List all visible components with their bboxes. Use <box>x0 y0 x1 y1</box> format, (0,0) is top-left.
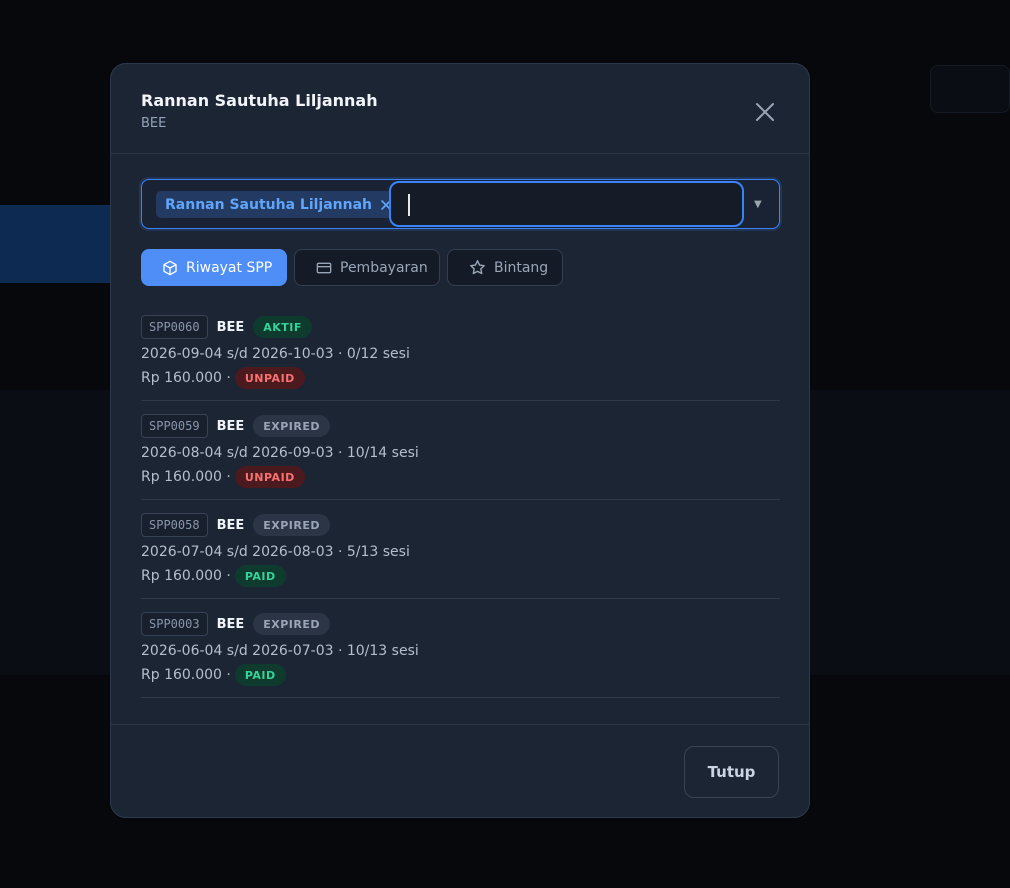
tab-bintang[interactable]: Bintang <box>447 249 563 286</box>
spp-amount: Rp 160.000 · <box>141 568 231 584</box>
tab-pembayaran[interactable]: Pembayaran <box>294 249 440 286</box>
box-icon <box>163 260 177 275</box>
program-name: BEE <box>216 517 245 533</box>
spp-code: SPP0003 <box>141 612 208 636</box>
student-select[interactable]: Rannan Sautuha Liljannah ▼ <box>141 179 780 229</box>
background-button <box>930 65 1010 113</box>
list-item: SPP0060 BEE AKTIF 2026-09-04 s/d 2026-10… <box>141 302 780 401</box>
program-name: BEE <box>216 418 245 434</box>
spp-code: SPP0060 <box>141 315 208 339</box>
payment-badge: PAID <box>234 664 286 686</box>
spp-period: 2026-06-04 s/d 2026-07-03 · 10/13 sesi <box>141 643 419 659</box>
status-badge: AKTIF <box>253 316 312 338</box>
spp-code: SPP0058 <box>141 513 208 537</box>
modal-title: Rannan Sautuha Liljannah <box>141 91 378 110</box>
spp-history-list: SPP0060 BEE AKTIF 2026-09-04 s/d 2026-10… <box>141 302 780 698</box>
modal-footer: Tutup <box>111 724 809 817</box>
program-name: BEE <box>216 319 245 335</box>
tab-label: Riwayat SPP <box>186 259 273 276</box>
spp-amount: Rp 160.000 · <box>141 370 231 386</box>
list-item: SPP0058 BEE EXPIRED 2026-07-04 s/d 2026-… <box>141 500 780 599</box>
program-name: BEE <box>216 616 245 632</box>
list-item: SPP0059 BEE EXPIRED 2026-08-04 s/d 2026-… <box>141 401 780 500</box>
chevron-down-icon[interactable]: ▼ <box>754 199 762 210</box>
modal-header: Rannan Sautuha Liljannah BEE <box>111 64 809 154</box>
selected-student-chip: Rannan Sautuha Liljannah <box>156 191 401 218</box>
spp-period: 2026-07-04 s/d 2026-08-03 · 5/13 sesi <box>141 544 410 560</box>
tab-riwayat-spp[interactable]: Riwayat SPP <box>141 249 287 286</box>
star-icon <box>470 260 485 275</box>
spp-period: 2026-08-04 s/d 2026-09-03 · 10/14 sesi <box>141 445 419 461</box>
tab-label: Bintang <box>494 259 549 276</box>
list-item: SPP0003 BEE EXPIRED 2026-06-04 s/d 2026-… <box>141 599 780 698</box>
spp-code: SPP0059 <box>141 414 208 438</box>
spp-amount: Rp 160.000 · <box>141 667 231 683</box>
modal-subtitle: BEE <box>141 116 167 131</box>
text-cursor <box>408 194 410 216</box>
payment-badge: UNPAID <box>234 466 305 488</box>
student-search-input[interactable] <box>389 181 744 227</box>
close-button[interactable]: Tutup <box>684 746 779 798</box>
chip-label: Rannan Sautuha Liljannah <box>165 196 373 213</box>
background-panel <box>0 205 120 283</box>
student-detail-modal: Rannan Sautuha Liljannah BEE Rannan Saut… <box>110 63 810 818</box>
payment-badge: UNPAID <box>234 367 305 389</box>
status-badge: EXPIRED <box>253 613 331 635</box>
credit-card-icon <box>316 262 332 273</box>
close-icon[interactable] <box>753 100 777 124</box>
payment-badge: PAID <box>234 565 286 587</box>
status-badge: EXPIRED <box>253 514 331 536</box>
tab-label: Pembayaran <box>340 259 428 276</box>
status-badge: EXPIRED <box>253 415 331 437</box>
spp-period: 2026-09-04 s/d 2026-10-03 · 0/12 sesi <box>141 346 410 362</box>
spp-amount: Rp 160.000 · <box>141 469 231 485</box>
